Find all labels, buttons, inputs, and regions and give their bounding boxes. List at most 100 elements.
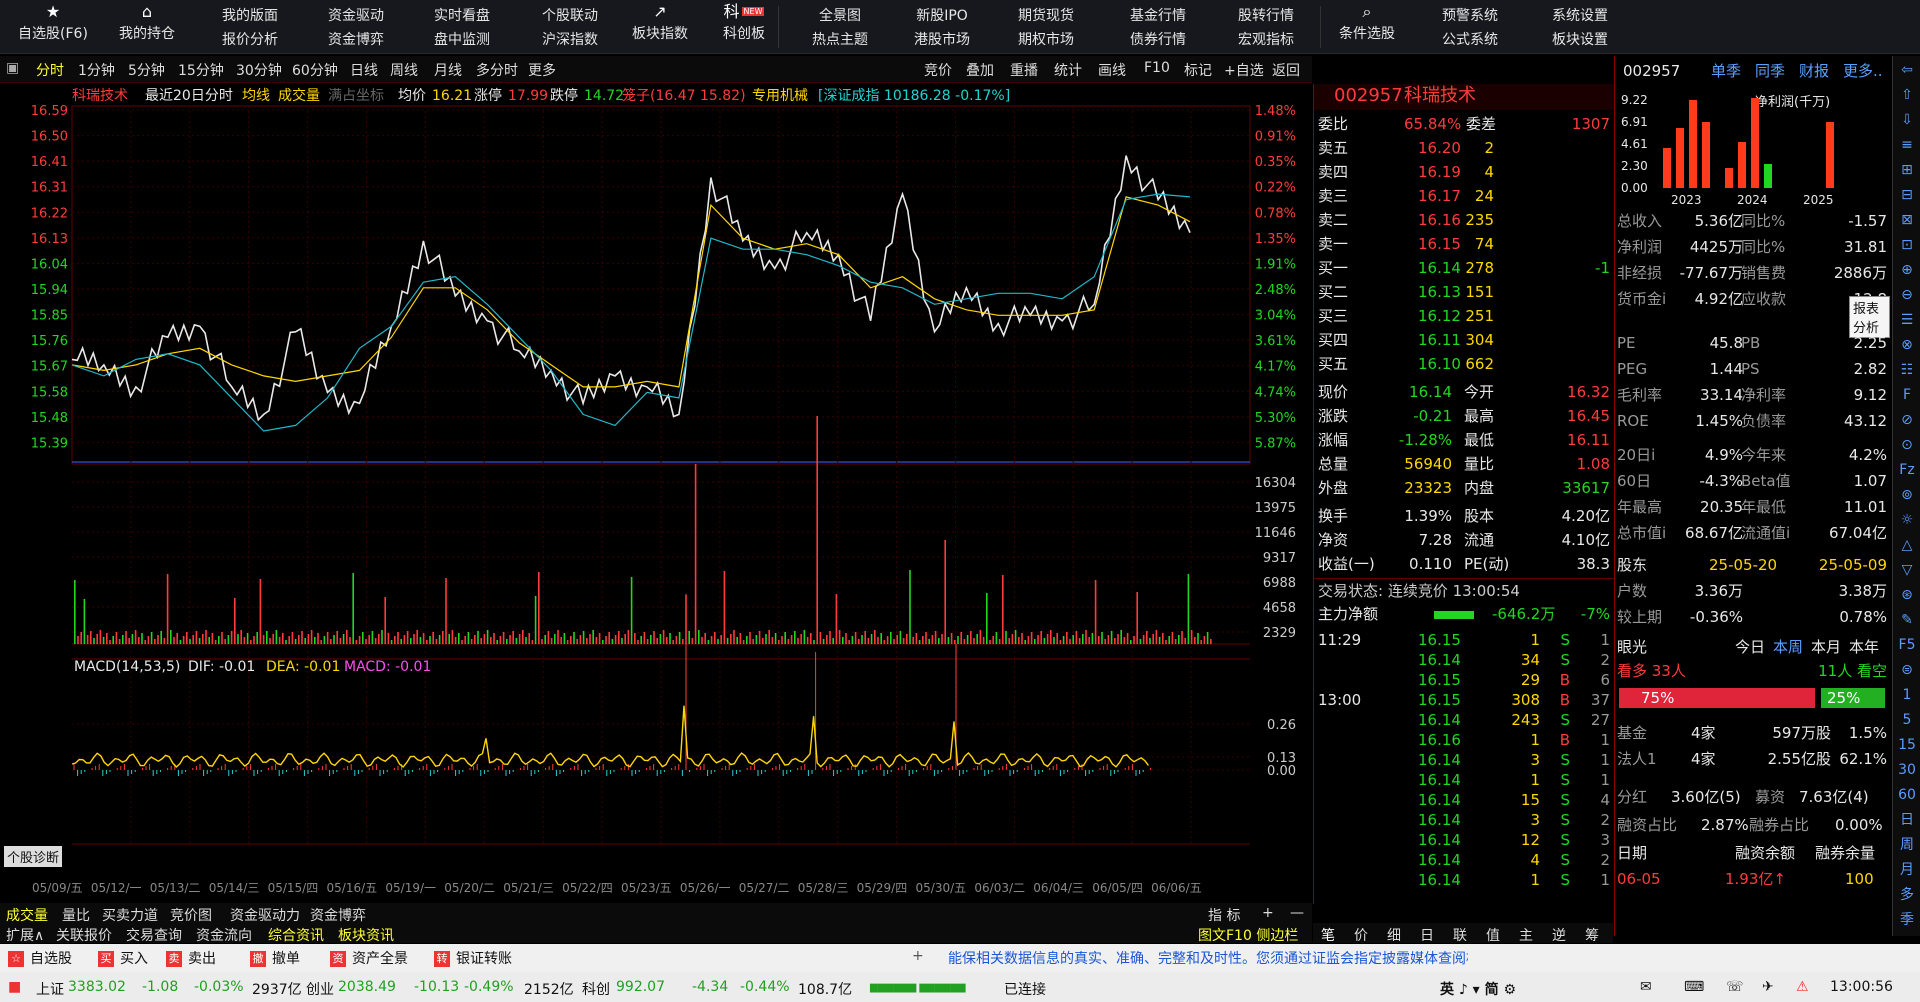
indicator-tab[interactable]: 竞价图 [170,905,212,925]
action-button[interactable]: 买买入 [98,948,148,968]
side-tool-icon[interactable]: ⊕ [1897,260,1917,280]
ke-toolbar-button[interactable]: 科 NEW 科创板 [704,0,784,54]
f10-sidebar[interactable]: 图文F10 侧边栏 [1198,925,1298,945]
keyboard-icon[interactable]: ⌨ [1684,979,1704,995]
tab-period[interactable]: 15分钟 [178,60,224,80]
indicator-tool[interactable]: — [1290,905,1304,921]
quote-tab[interactable]: 主 [1519,925,1533,945]
side-tool-icon[interactable]: ⊖ [1897,285,1917,305]
eye-tab[interactable]: 今日 [1735,634,1765,660]
toolbar-item[interactable]: 公式系统 [1420,28,1520,52]
chart-tool-button[interactable]: 叠加 [966,60,994,80]
eye-tab[interactable]: 本年 [1849,634,1879,660]
side-tool-icon[interactable]: ⊜ [1897,660,1917,680]
side-tool-icon[interactable]: ⊟ [1897,185,1917,205]
extension-tab[interactable]: 扩展∧ [6,925,44,945]
stock-diagnosis-button[interactable]: 个股诊断 [4,846,63,867]
toolbar-item[interactable]: 板块设置 [1530,28,1630,52]
tab-period[interactable]: 多分时 [476,60,518,80]
toolbar-star-button[interactable]: ★ 自选股(F6) [8,0,98,54]
toolbar-item[interactable]: 宏观指标 [1216,28,1316,52]
side-tool-icon[interactable]: ⊘ [1897,410,1917,430]
tab-period[interactable]: 60分钟 [292,60,338,80]
tab-period[interactable]: 30分钟 [236,60,282,80]
toolbar-item[interactable]: 债券行情 [1108,28,1208,52]
mail-icon[interactable]: ✉ [1640,979,1652,995]
chart-tool-button[interactable]: 画线 [1098,60,1126,80]
indicator-tab[interactable]: 资金驱动力 [230,905,300,925]
toolbar-item[interactable]: 系统设置 [1530,4,1630,28]
side-tool-icon[interactable]: ⊙ [1897,435,1917,455]
side-tool-icon[interactable]: ⊗ [1897,335,1917,355]
chat-icon[interactable]: ☏ [1726,979,1744,995]
action-button[interactable]: 转银证转账 [434,948,512,968]
toolbar-item[interactable]: 基金行情 [1108,4,1208,28]
side-tool-icon[interactable]: ▽ [1897,560,1917,580]
side-tool-icon[interactable]: ⇩ [1897,110,1917,130]
side-tool-icon[interactable]: ⇦ [1897,60,1917,80]
side-tool-icon[interactable]: 周 [1897,835,1917,855]
toolbar-item[interactable]: 期货现货 [996,4,1096,28]
side-tool-icon[interactable]: ☷ [1897,360,1917,380]
quote-tab[interactable]: 联 [1453,925,1467,945]
toolbar-item[interactable]: 期权市场 [996,28,1096,52]
chart-tool-button[interactable]: 重播 [1010,60,1038,80]
quote-tab[interactable]: 逆 [1552,925,1566,945]
indicator-tool[interactable]: + [1262,905,1274,921]
toolbar-item[interactable]: 实时看盘 [412,4,512,28]
toolbar-item[interactable]: 资金博弈 [306,28,406,52]
side-tool-icon[interactable]: 15 [1897,735,1917,755]
tab-period[interactable]: 1分钟 [78,60,115,80]
quote-tab[interactable]: 值 [1486,925,1500,945]
toolbar-item[interactable]: 新股IPO [892,4,992,28]
tab-period[interactable]: 日线 [350,60,378,80]
add-button[interactable]: + [912,948,924,964]
tab-period[interactable]: 5分钟 [128,60,165,80]
toolbar-item[interactable]: 预警系统 [1420,4,1520,28]
indicator-tab[interactable]: 量比 [62,905,90,925]
toolbar-item[interactable]: 股转行情 [1216,4,1316,28]
quote-tab[interactable]: 细 [1387,925,1401,945]
toolbar-item[interactable]: 个股联动 [520,4,620,28]
side-tool-icon[interactable]: 5 [1897,710,1917,730]
fin-tab[interactable]: 同季 [1755,58,1785,84]
chart-tool-button[interactable]: 标记 [1184,60,1212,80]
quote-tab[interactable]: 笔 [1321,925,1335,945]
side-tool-icon[interactable]: ⊚ [1897,485,1917,505]
side-tool-icon[interactable]: ☰ [1897,310,1917,330]
extension-tab[interactable]: 资金流向 [196,925,252,945]
action-button[interactable]: ☆ 自选股 [8,948,72,968]
side-tool-icon[interactable]: ⊡ [1897,235,1917,255]
indicator-tab[interactable]: 成交量 [6,905,48,925]
side-tool-icon[interactable]: △ [1897,535,1917,555]
side-tool-icon[interactable]: ✎ [1897,610,1917,630]
eye-tab[interactable]: 本周 [1773,634,1803,660]
side-tool-icon[interactable]: 日 [1897,810,1917,830]
chart-tool-button[interactable]: +自选 [1224,60,1264,80]
side-tool-icon[interactable]: ☼ [1897,510,1917,530]
chart-tool-button[interactable]: 返回 [1272,60,1300,80]
side-tool-icon[interactable]: F5 [1897,635,1917,655]
tab-period[interactable]: 分时 [36,60,64,80]
side-tool-icon[interactable]: ⊞ [1897,160,1917,180]
indicator-tab[interactable]: 资金博弈 [310,905,366,925]
quote-tab[interactable]: 筹 [1585,925,1599,945]
quote-tab[interactable]: 价 [1354,925,1368,945]
toolbar-item[interactable]: 港股市场 [892,28,992,52]
side-tool-icon[interactable]: F [1897,385,1917,405]
action-button[interactable]: 资资产全景 [330,948,408,968]
tab-period[interactable]: 月线 [434,60,462,80]
side-tool-icon[interactable]: Fz [1897,460,1917,480]
fin-tab[interactable]: 单季 [1711,58,1741,84]
tab-period[interactable]: 周线 [390,60,418,80]
menu-icon[interactable]: ▣ [6,60,19,76]
side-tool-icon[interactable]: ⊠ [1897,210,1917,230]
extension-tab[interactable]: 关联报价 [56,925,112,945]
eye-tab[interactable]: 本月 [1811,634,1841,660]
quote-tab[interactable]: 日 [1420,925,1434,945]
side-tool-icon[interactable]: ≡ [1897,135,1917,155]
chart-tool-button[interactable]: F10 [1144,60,1170,76]
indicator-tab[interactable]: 买卖力道 [102,905,158,925]
indicator-tool[interactable]: 指 标 [1208,905,1240,925]
toolbar-item[interactable]: 我的版面 [200,4,300,28]
